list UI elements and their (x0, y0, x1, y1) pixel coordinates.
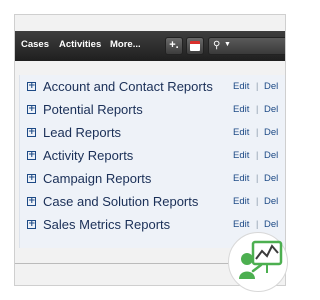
separator: | (256, 81, 259, 91)
nav-cases[interactable]: Cases (21, 39, 49, 50)
report-label[interactable]: Potential Reports (43, 102, 143, 117)
separator: | (256, 150, 259, 160)
expand-icon[interactable]: + (27, 220, 36, 229)
edit-link[interactable]: Edit (233, 127, 249, 138)
edit-link[interactable]: Edit (233, 219, 249, 230)
report-row: + Account and Contact Reports Edit | Del (20, 77, 285, 99)
search-icon: ⚲ (213, 40, 221, 51)
edit-link[interactable]: Edit (233, 81, 249, 92)
calendar-button[interactable] (186, 37, 204, 55)
separator: | (256, 196, 259, 206)
expand-icon[interactable]: + (27, 82, 36, 91)
expand-icon[interactable]: + (27, 174, 36, 183)
edit-link[interactable]: Edit (233, 173, 249, 184)
report-label[interactable]: Sales Metrics Reports (43, 217, 170, 232)
top-nav-bar: Cases Activities More... +. ⚲ ▼ (15, 31, 285, 61)
nav-activities[interactable]: Activities (59, 39, 101, 50)
report-row: + Activity Reports Edit | Del (20, 146, 285, 168)
delete-link[interactable]: Del (264, 127, 278, 138)
chevron-down-icon: ▼ (224, 41, 231, 48)
separator: | (256, 173, 259, 183)
expand-icon[interactable]: + (27, 151, 36, 160)
report-row: + Case and Solution Reports Edit | Del (20, 192, 285, 214)
separator: | (256, 127, 259, 137)
search-box[interactable]: ⚲ ▼ (208, 37, 285, 55)
calendar-icon (190, 41, 200, 51)
delete-link[interactable]: Del (264, 150, 278, 161)
report-label[interactable]: Activity Reports (43, 148, 133, 163)
delete-link[interactable]: Del (264, 196, 278, 207)
separator: | (256, 219, 259, 229)
presenter-chart-badge (228, 232, 288, 292)
report-label[interactable]: Campaign Reports (43, 171, 151, 186)
separator: | (256, 104, 259, 114)
delete-link[interactable]: Del (264, 81, 278, 92)
delete-link[interactable]: Del (264, 173, 278, 184)
presenter-chart-icon (239, 240, 283, 279)
report-row: + Campaign Reports Edit | Del (20, 169, 285, 191)
edit-link[interactable]: Edit (233, 196, 249, 207)
edit-link[interactable]: Edit (233, 104, 249, 115)
report-label[interactable]: Lead Reports (43, 125, 121, 140)
report-row: + Lead Reports Edit | Del (20, 123, 285, 145)
delete-link[interactable]: Del (264, 104, 278, 115)
expand-icon[interactable]: + (27, 105, 36, 114)
edit-link[interactable]: Edit (233, 150, 249, 161)
expand-icon[interactable]: + (27, 197, 36, 206)
add-button[interactable]: +. (165, 37, 183, 55)
report-label[interactable]: Case and Solution Reports (43, 194, 198, 209)
report-label[interactable]: Account and Contact Reports (43, 79, 213, 94)
delete-link[interactable]: Del (264, 219, 278, 230)
report-row: + Potential Reports Edit | Del (20, 100, 285, 122)
expand-icon[interactable]: + (27, 128, 36, 137)
nav-more[interactable]: More... (110, 39, 141, 50)
reports-panel: + Account and Contact Reports Edit | Del… (19, 75, 285, 248)
